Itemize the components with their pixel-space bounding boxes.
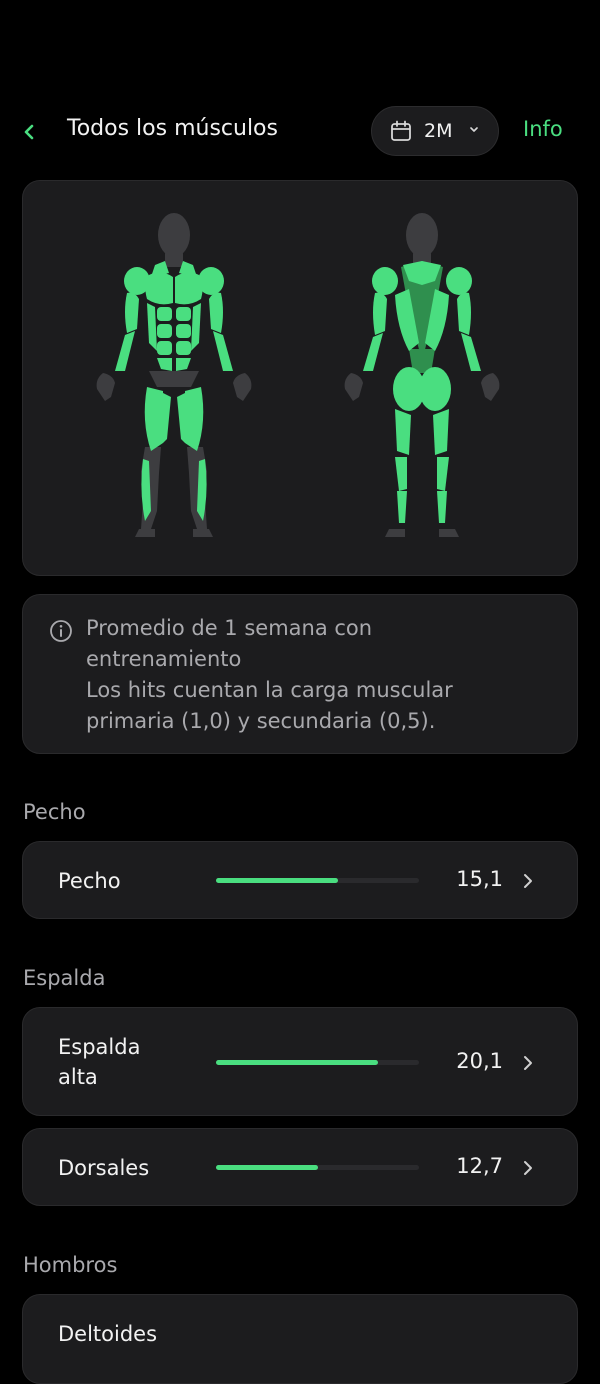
- info-note-line: Promedio de 1 semana con: [86, 616, 373, 640]
- calendar-icon: [391, 120, 411, 141]
- muscle-map-card: [22, 180, 578, 576]
- muscle-value: 20,1: [456, 1049, 503, 1073]
- chevron-right-icon: [524, 1056, 532, 1070]
- muscle-progress-fill: [216, 1060, 379, 1065]
- body-back-figure[interactable]: [339, 211, 505, 543]
- info-circle-icon: [50, 620, 72, 642]
- section-title-espalda: Espalda: [23, 966, 106, 990]
- muscle-label: Pecho: [58, 869, 121, 893]
- muscle-progress-fill: [216, 1165, 318, 1170]
- page-title: Todos los músculos: [67, 116, 278, 141]
- muscle-progress-bar: [216, 878, 419, 883]
- period-value: 2M: [424, 120, 453, 142]
- info-note-line: primaria (1,0) y secundaria (0,5).: [86, 709, 436, 733]
- muscle-value: 12,7: [456, 1154, 503, 1178]
- info-note-line: Los hits cuentan la carga muscular: [86, 678, 453, 702]
- info-note-text: Promedio de 1 semana con entrenamiento L…: [86, 613, 536, 737]
- top-bar: Todos los músculos 2M Info: [0, 104, 600, 160]
- muscle-progress-bar: [216, 1165, 419, 1170]
- muscle-row-espalda-alta[interactable]: Espalda alta 20,1: [22, 1007, 578, 1116]
- muscle-row-dorsales[interactable]: Dorsales 12,7: [22, 1128, 578, 1206]
- back-button[interactable]: [18, 118, 42, 146]
- chevron-left-icon: [24, 124, 34, 140]
- info-note-card: Promedio de 1 semana con entrenamiento L…: [22, 594, 578, 754]
- chevron-right-icon: [524, 1161, 532, 1175]
- muscle-row-deltoides[interactable]: Deltoides: [22, 1294, 578, 1384]
- muscle-label: Dorsales: [58, 1156, 150, 1180]
- muscle-label-line: alta: [58, 1065, 98, 1089]
- chevron-down-icon: [470, 127, 478, 132]
- muscle-progress-bar: [216, 1060, 419, 1065]
- info-note-line: entrenamiento: [86, 647, 242, 671]
- muscle-progress-fill: [216, 878, 338, 883]
- body-front-figure[interactable]: [91, 211, 257, 543]
- muscle-label: Deltoides: [58, 1322, 158, 1346]
- section-title-pecho: Pecho: [23, 800, 86, 824]
- section-title-hombros: Hombros: [23, 1253, 118, 1277]
- chevron-right-icon: [524, 874, 532, 888]
- period-selector[interactable]: 2M: [371, 106, 499, 156]
- muscle-label-line: Espalda: [58, 1035, 141, 1059]
- muscle-value: 15,1: [456, 867, 503, 891]
- info-button[interactable]: Info: [523, 117, 563, 141]
- muscle-label: Espalda alta: [58, 1032, 140, 1092]
- muscle-row-pecho[interactable]: Pecho 15,1: [22, 841, 578, 919]
